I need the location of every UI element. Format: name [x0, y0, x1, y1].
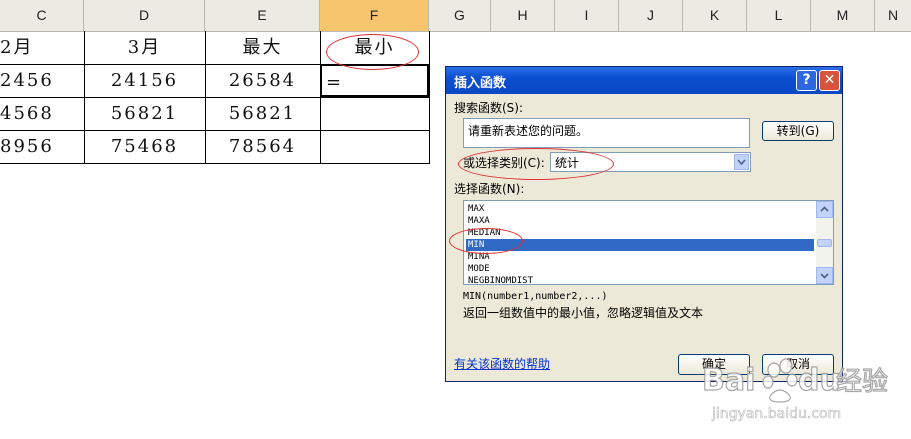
column-header-e[interactable]: E: [205, 0, 320, 31]
column-header-i[interactable]: I: [555, 0, 619, 31]
goto-button[interactable]: 转到(G): [762, 121, 834, 141]
function-description: 返回一组数值中的最小值，忽略逻辑值及文本: [463, 306, 704, 320]
scroll-up-button[interactable]: [816, 201, 833, 218]
cell-c3[interactable]: 4568: [0, 97, 84, 130]
column-header-f[interactable]: F: [320, 0, 429, 31]
ok-button[interactable]: 确定: [678, 354, 750, 375]
list-item[interactable]: MAX: [466, 203, 814, 215]
search-label: 搜索函数(S):: [454, 101, 524, 115]
select-function-label: 选择函数(N):: [454, 182, 525, 196]
close-icon: ✕: [823, 72, 836, 88]
cell-c2[interactable]: 2456: [0, 64, 84, 97]
function-list-scrollbar[interactable]: [816, 201, 833, 284]
cell-e4[interactable]: 78564: [205, 130, 320, 163]
help-link[interactable]: 有关该函数的帮助: [454, 355, 550, 372]
column-header-d[interactable]: D: [84, 0, 205, 31]
category-select[interactable]: 统计: [550, 152, 751, 172]
list-item-selected[interactable]: MIN: [466, 239, 814, 251]
list-item[interactable]: MODE: [466, 263, 814, 275]
cell-f2-active[interactable]: =: [320, 64, 429, 97]
cell-d3[interactable]: 56821: [84, 97, 205, 130]
chevron-up-icon: [820, 206, 829, 212]
watermark-url: jingyan.baidu.com: [711, 406, 841, 422]
question-icon: ?: [802, 72, 811, 88]
cell-f4[interactable]: [320, 130, 429, 163]
scroll-down-button[interactable]: [816, 267, 833, 284]
insert-function-dialog: 插入函数 ? ✕ 搜索函数(S): 请重新表述您的问题。 转到(G) 或选择类别…: [445, 66, 843, 382]
cell-e3[interactable]: 56821: [205, 97, 320, 130]
chevron-down-icon: [737, 159, 746, 166]
cell-e2[interactable]: 26584: [205, 64, 320, 97]
list-item[interactable]: MEDIAN: [466, 227, 814, 239]
dialog-titlebar[interactable]: 插入函数 ? ✕: [446, 67, 842, 94]
column-header-h[interactable]: H: [491, 0, 555, 31]
cancel-button[interactable]: 取消: [762, 354, 834, 375]
list-item[interactable]: MINA: [466, 251, 814, 263]
cell-c1[interactable]: 2月: [0, 31, 84, 64]
column-header-j[interactable]: J: [619, 0, 683, 31]
cell-e1[interactable]: 最大: [205, 31, 320, 64]
scroll-thumb[interactable]: [817, 239, 832, 247]
category-value: 统计: [555, 156, 580, 170]
cell-f3[interactable]: [320, 97, 429, 130]
search-input[interactable]: 请重新表述您的问题。: [463, 118, 750, 148]
cell-d4[interactable]: 75468: [84, 130, 205, 163]
category-label: 或选择类别(C):: [463, 156, 545, 170]
list-item[interactable]: MAXA: [466, 215, 814, 227]
cell-c4[interactable]: 8956: [0, 130, 84, 163]
column-header-g[interactable]: G: [429, 0, 491, 31]
cell-d1[interactable]: 3月: [84, 31, 205, 64]
function-syntax: MIN(number1,number2,...): [463, 291, 608, 302]
column-header-bar: C D E F G H I J K L M N: [0, 0, 911, 32]
dialog-title: 插入函数: [454, 76, 507, 91]
dropdown-arrow-button[interactable]: [734, 154, 749, 170]
function-list[interactable]: MAX MAXA MEDIAN MIN MINA MODE NEGBINOMDI…: [463, 200, 834, 285]
help-button[interactable]: ?: [796, 70, 817, 91]
list-item[interactable]: NEGBINOMDIST: [466, 275, 814, 284]
cell-f1[interactable]: 最小: [320, 31, 429, 64]
column-header-l[interactable]: L: [747, 0, 811, 31]
cell-d2[interactable]: 24156: [84, 64, 205, 97]
column-header-k[interactable]: K: [683, 0, 747, 31]
column-header-n[interactable]: N: [875, 0, 911, 31]
close-button[interactable]: ✕: [819, 70, 840, 91]
svg-text:经验: 经验: [836, 367, 888, 397]
chevron-down-icon: [820, 273, 829, 279]
column-header-m[interactable]: M: [811, 0, 875, 31]
column-header-c[interactable]: C: [0, 0, 84, 31]
